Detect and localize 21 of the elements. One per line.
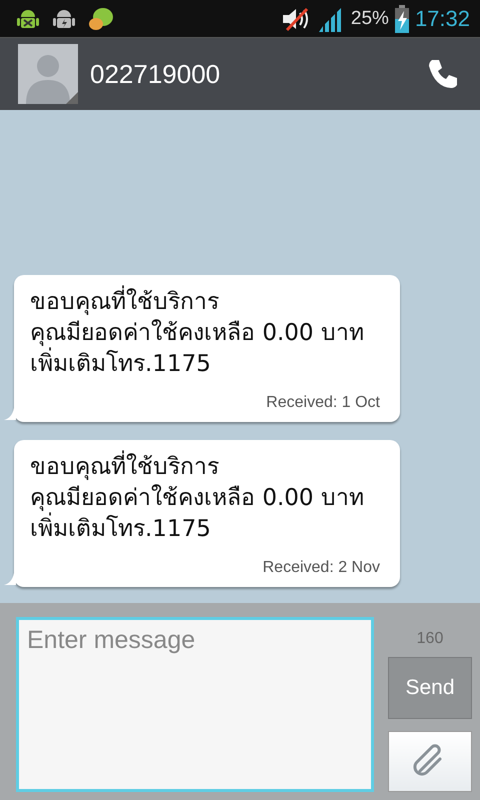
- contact-number: 022719000: [90, 58, 222, 90]
- attach-button[interactable]: [388, 730, 472, 792]
- message-bubble[interactable]: ขอบคุณที่ใช้บริการ คุณมียอดค่าใช้คงเหลือ 0.00 บาท เพิ่มเติมโทร.1175 Received: 2 Nov: [14, 440, 400, 587]
- message-text: ขอบคุณที่ใช้บริการ คุณมียอดค่าใช้คงเหลือ 0.00 บาท เพิ่มเติมโทร.1175: [30, 287, 380, 380]
- bubble-tail: [4, 573, 16, 585]
- android-tools-icon: [16, 8, 40, 30]
- message-text: ขอบคุณที่ใช้บริการ คุณมียอดค่าใช้คงเหลือ 0.00 บาท เพิ่มเติมโทร.1175: [30, 452, 380, 545]
- avatar-icon[interactable]: [18, 44, 78, 104]
- message-bubble[interactable]: ขอบคุณที่ใช้บริการ คุณมียอดค่าใช้คงเหลือ 0.00 บาท เพิ่มเติมโทร.1175 Received: 1 Oct: [14, 275, 400, 422]
- phone-icon[interactable]: [426, 57, 460, 91]
- message-input-field[interactable]: Enter message: [16, 617, 374, 792]
- message-timestamp: Received: 2 Nov: [262, 559, 380, 577]
- character-counter: 160: [416, 629, 444, 649]
- android-charge-icon: [52, 8, 76, 30]
- muted-speaker-icon: [280, 6, 311, 32]
- clock: 17:32: [414, 6, 470, 32]
- message-timestamp: Received: 1 Oct: [265, 394, 380, 412]
- bubble-tail: [4, 408, 16, 420]
- battery-percent: 25%: [350, 8, 389, 30]
- chat-bubbles-icon: [88, 6, 114, 32]
- battery-charging-icon: [394, 4, 409, 32]
